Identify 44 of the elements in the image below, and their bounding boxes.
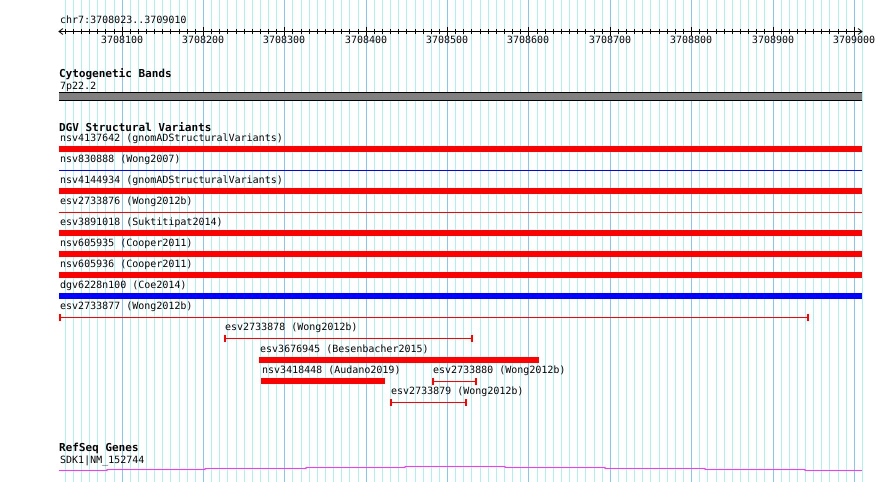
variant-interval[interactable]	[390, 399, 467, 406]
tick-label: 3708300	[262, 35, 306, 47]
variant-label[interactable]: esv2733876 (Wong2012b)	[60, 196, 192, 208]
variant-label[interactable]: esv2733879 (Wong2012b)	[391, 386, 524, 398]
tick-label: 3708600	[506, 35, 550, 47]
variant-line[interactable]	[59, 170, 862, 171]
variant-interval[interactable]	[224, 335, 473, 342]
variant-interval[interactable]	[59, 314, 809, 321]
track-title: RefSeq Genes	[59, 442, 138, 454]
variant-bar[interactable]	[59, 146, 862, 152]
location-label: chr7:3708023..3709010	[60, 15, 186, 27]
variant-label[interactable]: dgv6228n100 (Coe2014)	[60, 280, 186, 292]
tick-label: 3708500	[425, 35, 469, 47]
band-label: 7p22.2	[60, 81, 96, 93]
tick-label: 3708700	[588, 35, 632, 47]
variant-label[interactable]: nsv830888 (Wong2007)	[60, 154, 180, 166]
variant-label[interactable]: esv3891018 (Suktitipat2014)	[60, 217, 223, 229]
variant-bar[interactable]	[59, 230, 862, 236]
variant-bar[interactable]	[59, 188, 862, 194]
tick-label: 3708400	[344, 35, 388, 47]
variant-label[interactable]: nsv3418448 (Audano2019)	[262, 365, 400, 377]
variant-label[interactable]: esv3676945 (Besenbacher2015)	[260, 344, 429, 356]
tick-label: 3708800	[669, 35, 713, 47]
tick-label: 3708900	[751, 35, 795, 47]
variant-bar[interactable]	[261, 378, 385, 384]
tick-label: 3708100	[100, 35, 144, 47]
track-title: DGV Structural Variants	[59, 122, 212, 134]
track-title: Cytogenetic Bands	[59, 68, 172, 80]
variant-bar[interactable]	[59, 293, 862, 299]
variant-interval[interactable]	[432, 378, 477, 385]
variant-label[interactable]: nsv605936 (Cooper2011)	[60, 259, 192, 271]
variant-label[interactable]: esv2733880 (Wong2012b)	[433, 365, 566, 377]
variant-bar[interactable]	[59, 251, 862, 257]
variant-line[interactable]	[59, 212, 862, 213]
tick-label: 3709000	[832, 35, 876, 47]
variant-label[interactable]: esv2733877 (Wong2012b)	[60, 301, 192, 313]
gene-label: SDK1|NM_152744	[60, 455, 144, 467]
variant-bar[interactable]	[259, 357, 539, 363]
tick-label: 3708200	[181, 35, 225, 47]
variant-label[interactable]: nsv4137642 (gnomADStructuralVariants)	[60, 133, 283, 145]
variant-bar[interactable]	[59, 272, 862, 278]
variant-label[interactable]: nsv4144934 (gnomADStructuralVariants)	[60, 175, 283, 187]
variant-label[interactable]: esv2733878 (Wong2012b)	[225, 322, 358, 334]
variant-label[interactable]: nsv605935 (Cooper2011)	[60, 238, 192, 250]
